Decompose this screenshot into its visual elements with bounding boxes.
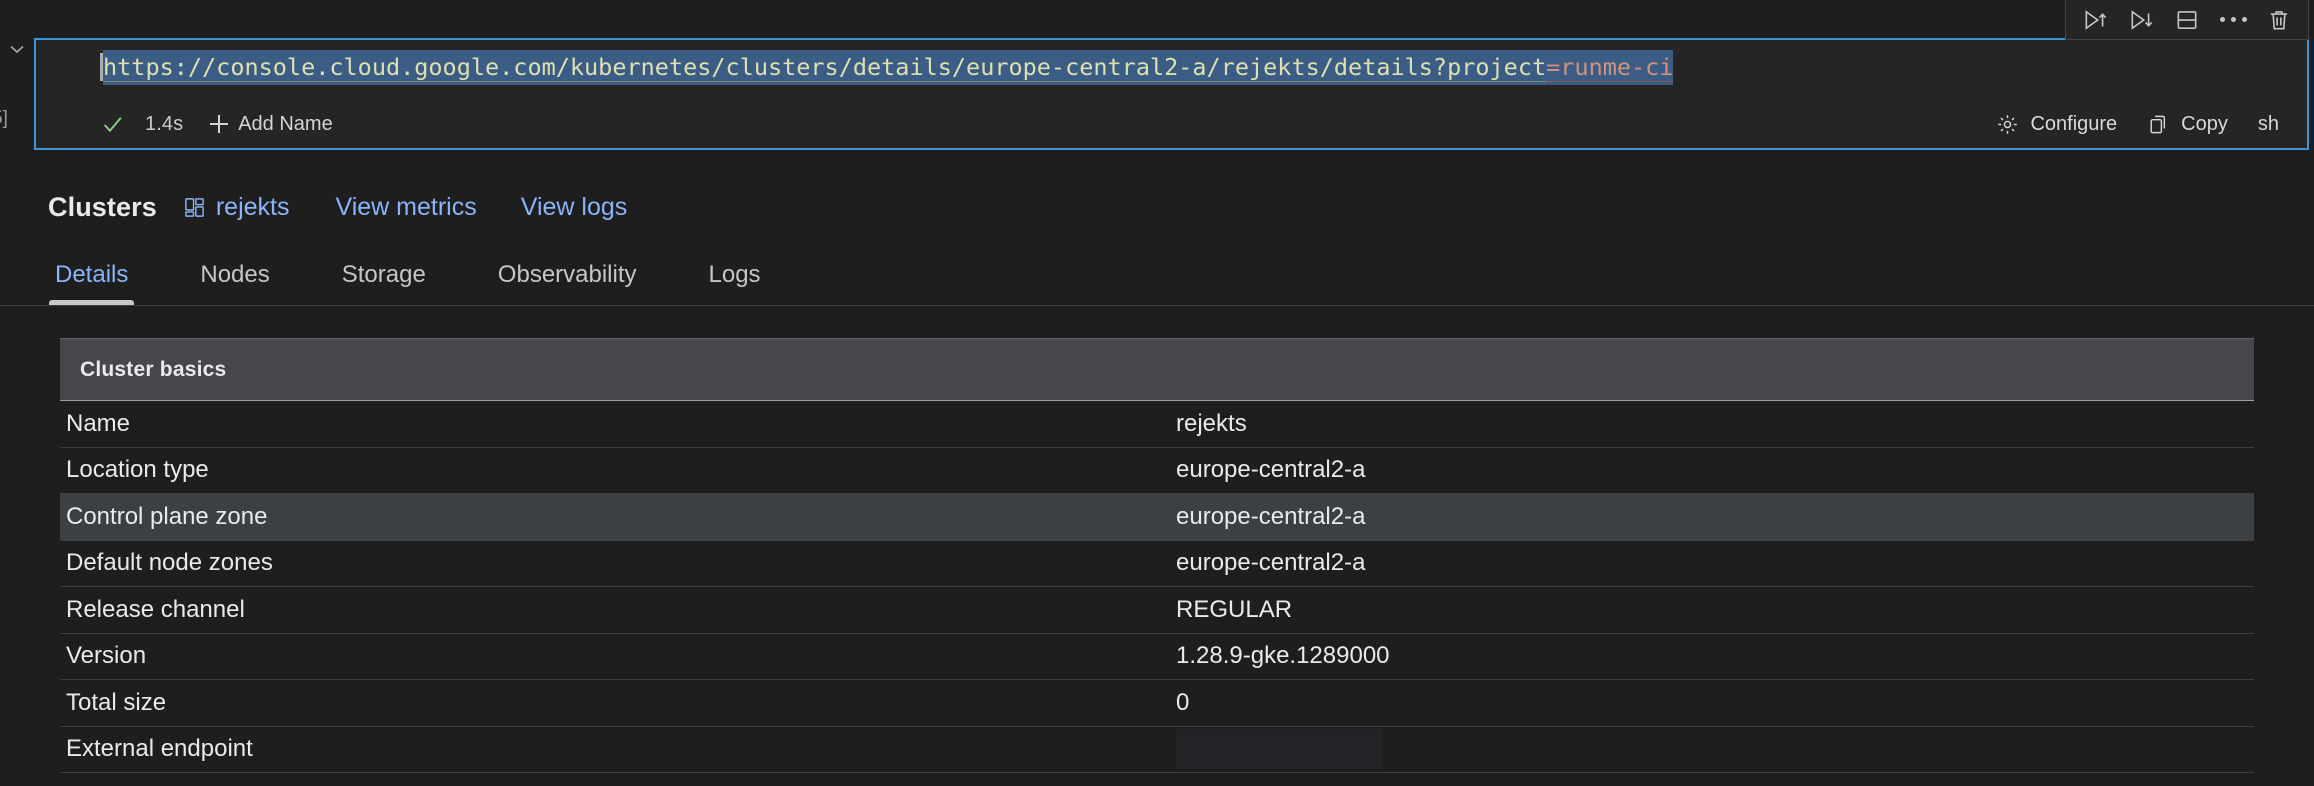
notebook-cell: 5] https://console.cloud.google.com/kube…	[0, 0, 2314, 152]
elapsed-time: 1.4s	[145, 113, 183, 136]
page-title: Clusters	[48, 192, 157, 223]
check-icon	[100, 112, 125, 137]
value-placeholder-skeleton	[1176, 729, 1382, 769]
tab-details[interactable]: Details	[55, 261, 128, 305]
row-value: europe-central2-a	[1176, 456, 1365, 484]
row-key: Total size	[64, 689, 1176, 717]
row-key: External endpoint	[64, 735, 1176, 763]
cluster-basics-table: Cluster basics Name rejekts Location typ…	[60, 338, 2254, 773]
cell-status-bar: 1.4s Add Name Configure	[36, 98, 2307, 150]
row-value: rejekts	[1176, 410, 1247, 438]
table-row[interactable]: Default node zones europe-central2-a	[60, 541, 2254, 588]
view-metrics-link[interactable]: View metrics	[335, 193, 476, 222]
tab-storage[interactable]: Storage	[342, 261, 426, 305]
table-row[interactable]: Release channel REGULAR	[60, 587, 2254, 634]
row-value: 1.28.9-gke.1289000	[1176, 642, 1390, 670]
row-key: Name	[64, 410, 1176, 438]
table-row[interactable]: External endpoint	[60, 727, 2254, 774]
configure-label: Configure	[2030, 113, 2117, 136]
row-key: Control plane zone	[64, 503, 1176, 531]
view-logs-link[interactable]: View logs	[521, 193, 628, 222]
code-value-token: =runme-ci	[1546, 53, 1673, 82]
console-tabs: Details Nodes Storage Observability Logs	[0, 249, 2314, 306]
split-cell-icon[interactable]	[2164, 1, 2210, 39]
cell-toolbar	[2065, 0, 2309, 40]
row-value: REGULAR	[1176, 596, 1292, 624]
copy-label: Copy	[2181, 113, 2228, 136]
cluster-breadcrumb-chip[interactable]: rejekts	[183, 193, 290, 222]
copy-icon	[2147, 113, 2170, 136]
tab-observability[interactable]: Observability	[498, 261, 637, 305]
cluster-grid-icon	[183, 196, 206, 219]
cell-editor-box[interactable]: https://console.cloud.google.com/kuberne…	[34, 38, 2309, 150]
row-value: europe-central2-a	[1176, 549, 1365, 577]
code-url-token: https://console.cloud.google.com/kuberne…	[103, 53, 1546, 82]
cell-output-gcp-console: Clusters rejekts View metrics View logs …	[0, 158, 2314, 786]
add-name-label: Add Name	[238, 113, 333, 136]
row-key: Location type	[64, 456, 1176, 484]
console-header: Clusters rejekts View metrics View logs	[0, 158, 2314, 223]
cell-code-line[interactable]: https://console.cloud.google.com/kuberne…	[100, 52, 1673, 82]
chevron-down-icon[interactable]	[6, 38, 28, 60]
cell-status-actions: Configure Copy sh	[1996, 113, 2281, 136]
table-row[interactable]: Version 1.28.9-gke.1289000	[60, 634, 2254, 681]
row-value: 0	[1176, 689, 1189, 717]
run-above-icon[interactable]	[2072, 1, 2118, 39]
table-section-title: Cluster basics	[80, 358, 226, 382]
run-below-icon[interactable]	[2118, 1, 2164, 39]
gear-icon	[1996, 113, 2019, 136]
tab-logs[interactable]: Logs	[709, 261, 761, 305]
add-name-button[interactable]: Add Name	[209, 113, 333, 136]
table-section-header: Cluster basics	[60, 338, 2254, 401]
delete-cell-icon[interactable]	[2256, 1, 2302, 39]
cell-gutter: 5]	[0, 0, 34, 152]
table-row[interactable]: Name rejekts	[60, 401, 2254, 448]
configure-button[interactable]: Configure	[1996, 113, 2117, 136]
row-value: europe-central2-a	[1176, 503, 1365, 531]
selected-code: https://console.cloud.google.com/kuberne…	[103, 50, 1673, 85]
plus-icon	[209, 114, 229, 134]
table-row[interactable]: Total size 0	[60, 680, 2254, 727]
table-row[interactable]: Control plane zone europe-central2-a	[60, 494, 2254, 541]
cell-language-label[interactable]: sh	[2258, 113, 2279, 136]
table-row[interactable]: Location type europe-central2-a	[60, 448, 2254, 495]
tab-nodes[interactable]: Nodes	[200, 261, 269, 305]
execution-count: 5]	[0, 108, 8, 130]
row-key: Default node zones	[64, 549, 1176, 577]
more-actions-icon[interactable]	[2210, 1, 2256, 39]
row-key: Version	[64, 642, 1176, 670]
cluster-chip-label: rejekts	[216, 193, 290, 222]
row-key: Release channel	[64, 596, 1176, 624]
copy-button[interactable]: Copy	[2147, 113, 2228, 136]
